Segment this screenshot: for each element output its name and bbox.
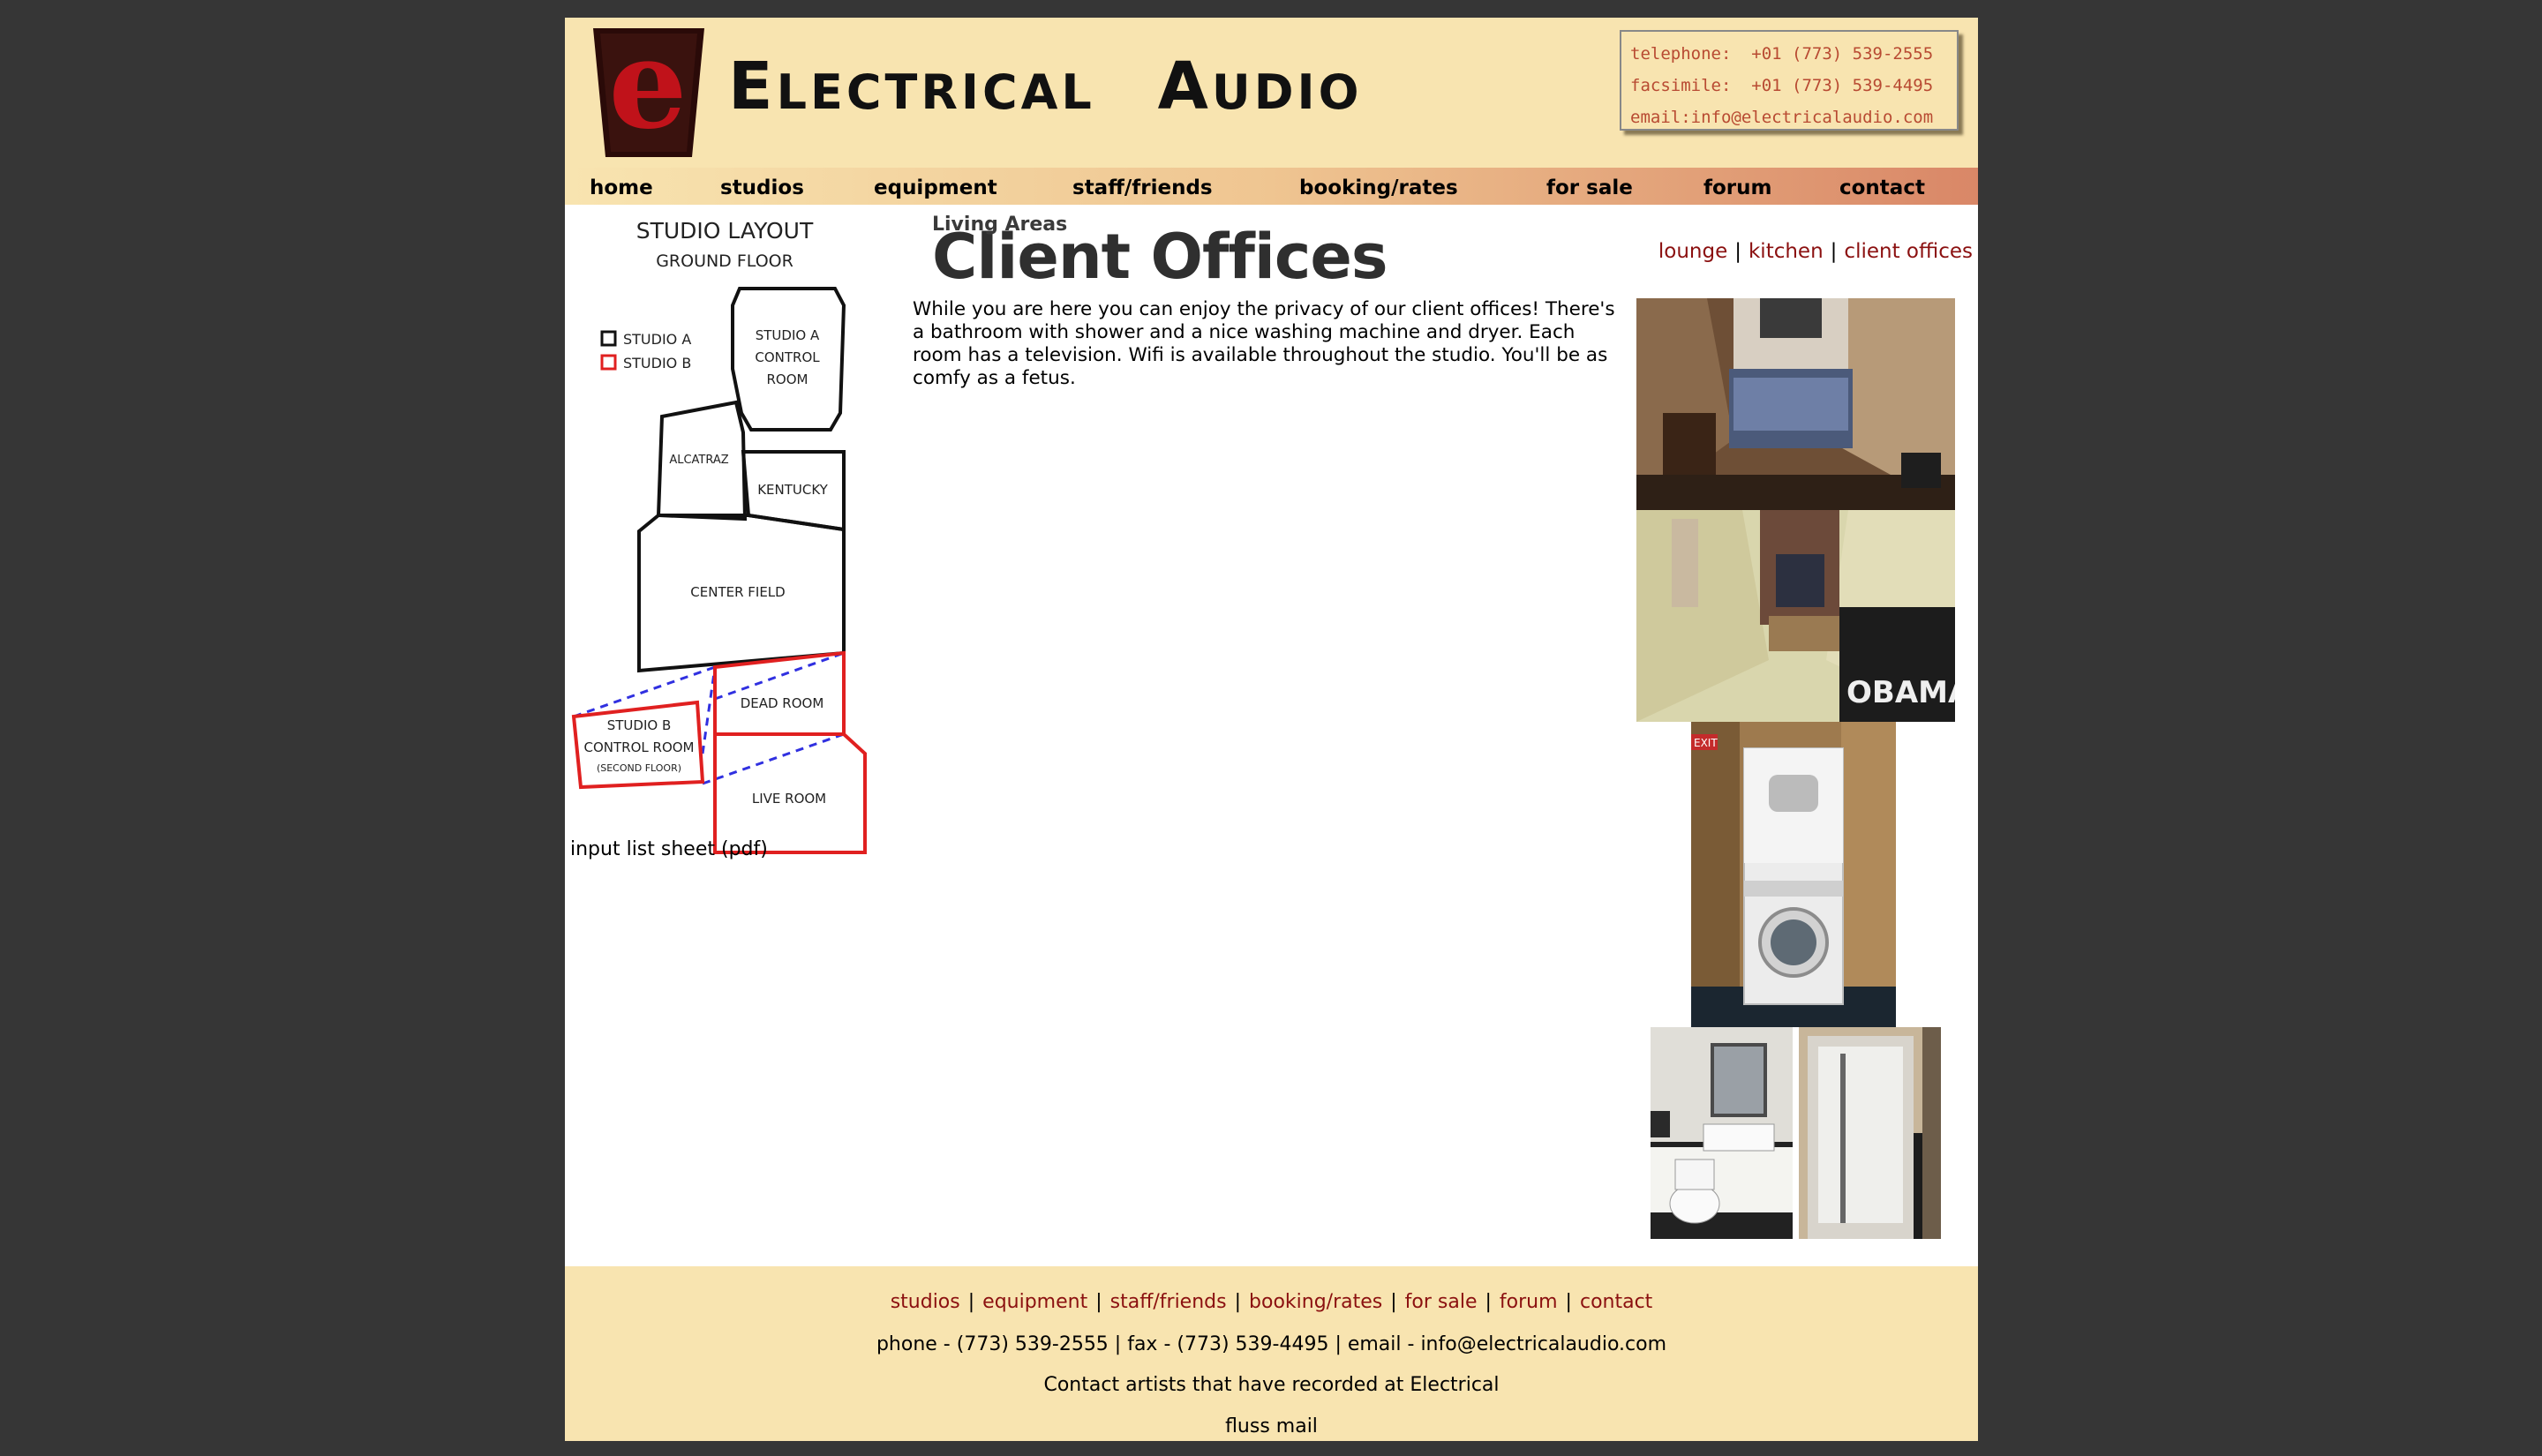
room-studio-a-control-line1: STUDIO A	[756, 327, 820, 343]
site-footer: studios | equipment | staff/friends | booking/…	[565, 1266, 1978, 1441]
nav-staff-friends[interactable]: staff/friends	[1072, 168, 1213, 205]
footer-link-forum[interactable]: forum	[1500, 1291, 1558, 1313]
studio-layout-map[interactable]: STUDIO LAYOUT GROUND FLOOR STUDIO A STUD…	[565, 212, 869, 856]
main-nav: home studios equipment staff/friends boo…	[565, 168, 1978, 205]
subnav-separator: |	[1830, 240, 1838, 263]
site-header: e ELECTRICAL AUDIO telephone: +01 (773) …	[565, 18, 1978, 168]
footer-separator: |	[967, 1291, 975, 1313]
brand-rest-2: UDIO	[1211, 64, 1363, 120]
room-alcatraz-label: ALCATRAZ	[669, 454, 728, 467]
electrical-audio-logo[interactable]: e	[593, 28, 704, 157]
footer-link-staff-friends[interactable]: staff/friends	[1110, 1291, 1227, 1313]
footer-link-booking-rates[interactable]: booking/rates	[1249, 1291, 1382, 1313]
subnav-client-offices[interactable]: client offices	[1844, 240, 1973, 263]
brand-cap-1: E	[728, 49, 777, 124]
legend-studio-a-label: STUDIO A	[623, 331, 691, 348]
nav-forum[interactable]: forum	[1703, 168, 1772, 205]
brand-cap-2: A	[1157, 49, 1212, 124]
nav-contact[interactable]: contact	[1839, 168, 1925, 205]
room-kentucky-label: KENTUCKY	[757, 482, 828, 498]
room-dead-room-label: DEAD ROOM	[741, 695, 824, 711]
legend-studio-b-label: STUDIO B	[623, 355, 691, 372]
nav-for-sale[interactable]: for sale	[1546, 168, 1633, 205]
room-studio-b-control-line3: (SECOND FLOOR)	[597, 762, 681, 774]
brand-rest-1: LECTRICAL	[776, 64, 1095, 120]
bedroom-photo-2[interactable]: OBAMA	[1636, 510, 1955, 722]
nav-studios[interactable]: studios	[720, 168, 804, 205]
input-list-sheet-link[interactable]: input list sheet (pdf)	[570, 838, 768, 860]
living-areas-subnav: lounge | kitchen | client offices	[1658, 240, 1973, 263]
footer-separator: |	[1565, 1291, 1572, 1313]
footer-link-equipment[interactable]: equipment	[982, 1291, 1087, 1313]
contact-artists-link[interactable]: Contact artists that have recorded at El…	[565, 1374, 1978, 1396]
exit-sign-text: EXIT	[1694, 737, 1718, 749]
footer-separator: |	[1485, 1291, 1492, 1313]
contact-facsimile: facsimile: +01 (773) 539-4495	[1630, 76, 1934, 95]
bathroom-photo[interactable]	[1651, 1027, 1793, 1239]
client-offices-description: While you are here you can enjoy the pri…	[913, 298, 1615, 389]
contact-email[interactable]: email:info@electricalaudio.com	[1630, 102, 1948, 134]
room-live-room-label: LIVE ROOM	[752, 791, 826, 807]
room-studio-a-control-line3: ROOM	[767, 372, 808, 387]
map-subtitle: GROUND FLOOR	[656, 251, 793, 271]
bedroom-photo-1[interactable]	[1636, 298, 1955, 510]
footer-separator: |	[1095, 1291, 1102, 1313]
footer-separator: |	[1390, 1291, 1397, 1313]
section-label: Living Areas	[932, 214, 1068, 236]
svg-text:e: e	[608, 28, 687, 157]
subnav-lounge[interactable]: lounge	[1658, 240, 1727, 263]
footer-contact-line: phone - (773) 539-2555 | fax - (773) 539…	[876, 1333, 1667, 1355]
contact-telephone: telephone: +01 (773) 539-2555	[1630, 44, 1934, 64]
map-title: STUDIO LAYOUT	[636, 218, 814, 244]
room-studio-b-control-line1: STUDIO B	[607, 717, 672, 733]
subnav-kitchen[interactable]: kitchen	[1749, 240, 1824, 263]
subnav-separator: |	[1734, 240, 1741, 263]
site-brand-name: ELECTRICAL AUDIO	[728, 51, 1363, 122]
page-container: e ELECTRICAL AUDIO telephone: +01 (773) …	[565, 18, 1978, 1441]
footer-links: studios | equipment | staff/friends | booking/…	[565, 1291, 1978, 1313]
nav-equipment[interactable]: equipment	[874, 168, 997, 205]
legend-studio-a-swatch	[600, 330, 617, 347]
shower-photo[interactable]	[1799, 1027, 1941, 1239]
fluss-mail-link[interactable]: fluss mail	[565, 1415, 1978, 1437]
nav-booking-rates[interactable]: booking/rates	[1299, 168, 1458, 205]
footer-link-contact[interactable]: contact	[1580, 1291, 1652, 1313]
contact-card: telephone: +01 (773) 539-2555 facsimile:…	[1620, 30, 1959, 131]
footer-link-for-sale[interactable]: for sale	[1405, 1291, 1478, 1313]
room-dead-room	[713, 650, 846, 736]
nav-home[interactable]: home	[590, 168, 653, 205]
washer-dryer-photo[interactable]: EXIT	[1691, 722, 1896, 1027]
room-center-field-label: CENTER FIELD	[690, 584, 785, 600]
room-studio-b-control-line2: CONTROL ROOM	[584, 739, 695, 755]
obama-blanket-text: OBAMA	[1846, 675, 1955, 710]
footer-link-studios[interactable]: studios	[891, 1291, 960, 1313]
legend-studio-b-swatch	[600, 354, 617, 371]
room-studio-a-control-line2: CONTROL	[755, 349, 820, 365]
footer-separator: |	[1234, 1291, 1242, 1313]
